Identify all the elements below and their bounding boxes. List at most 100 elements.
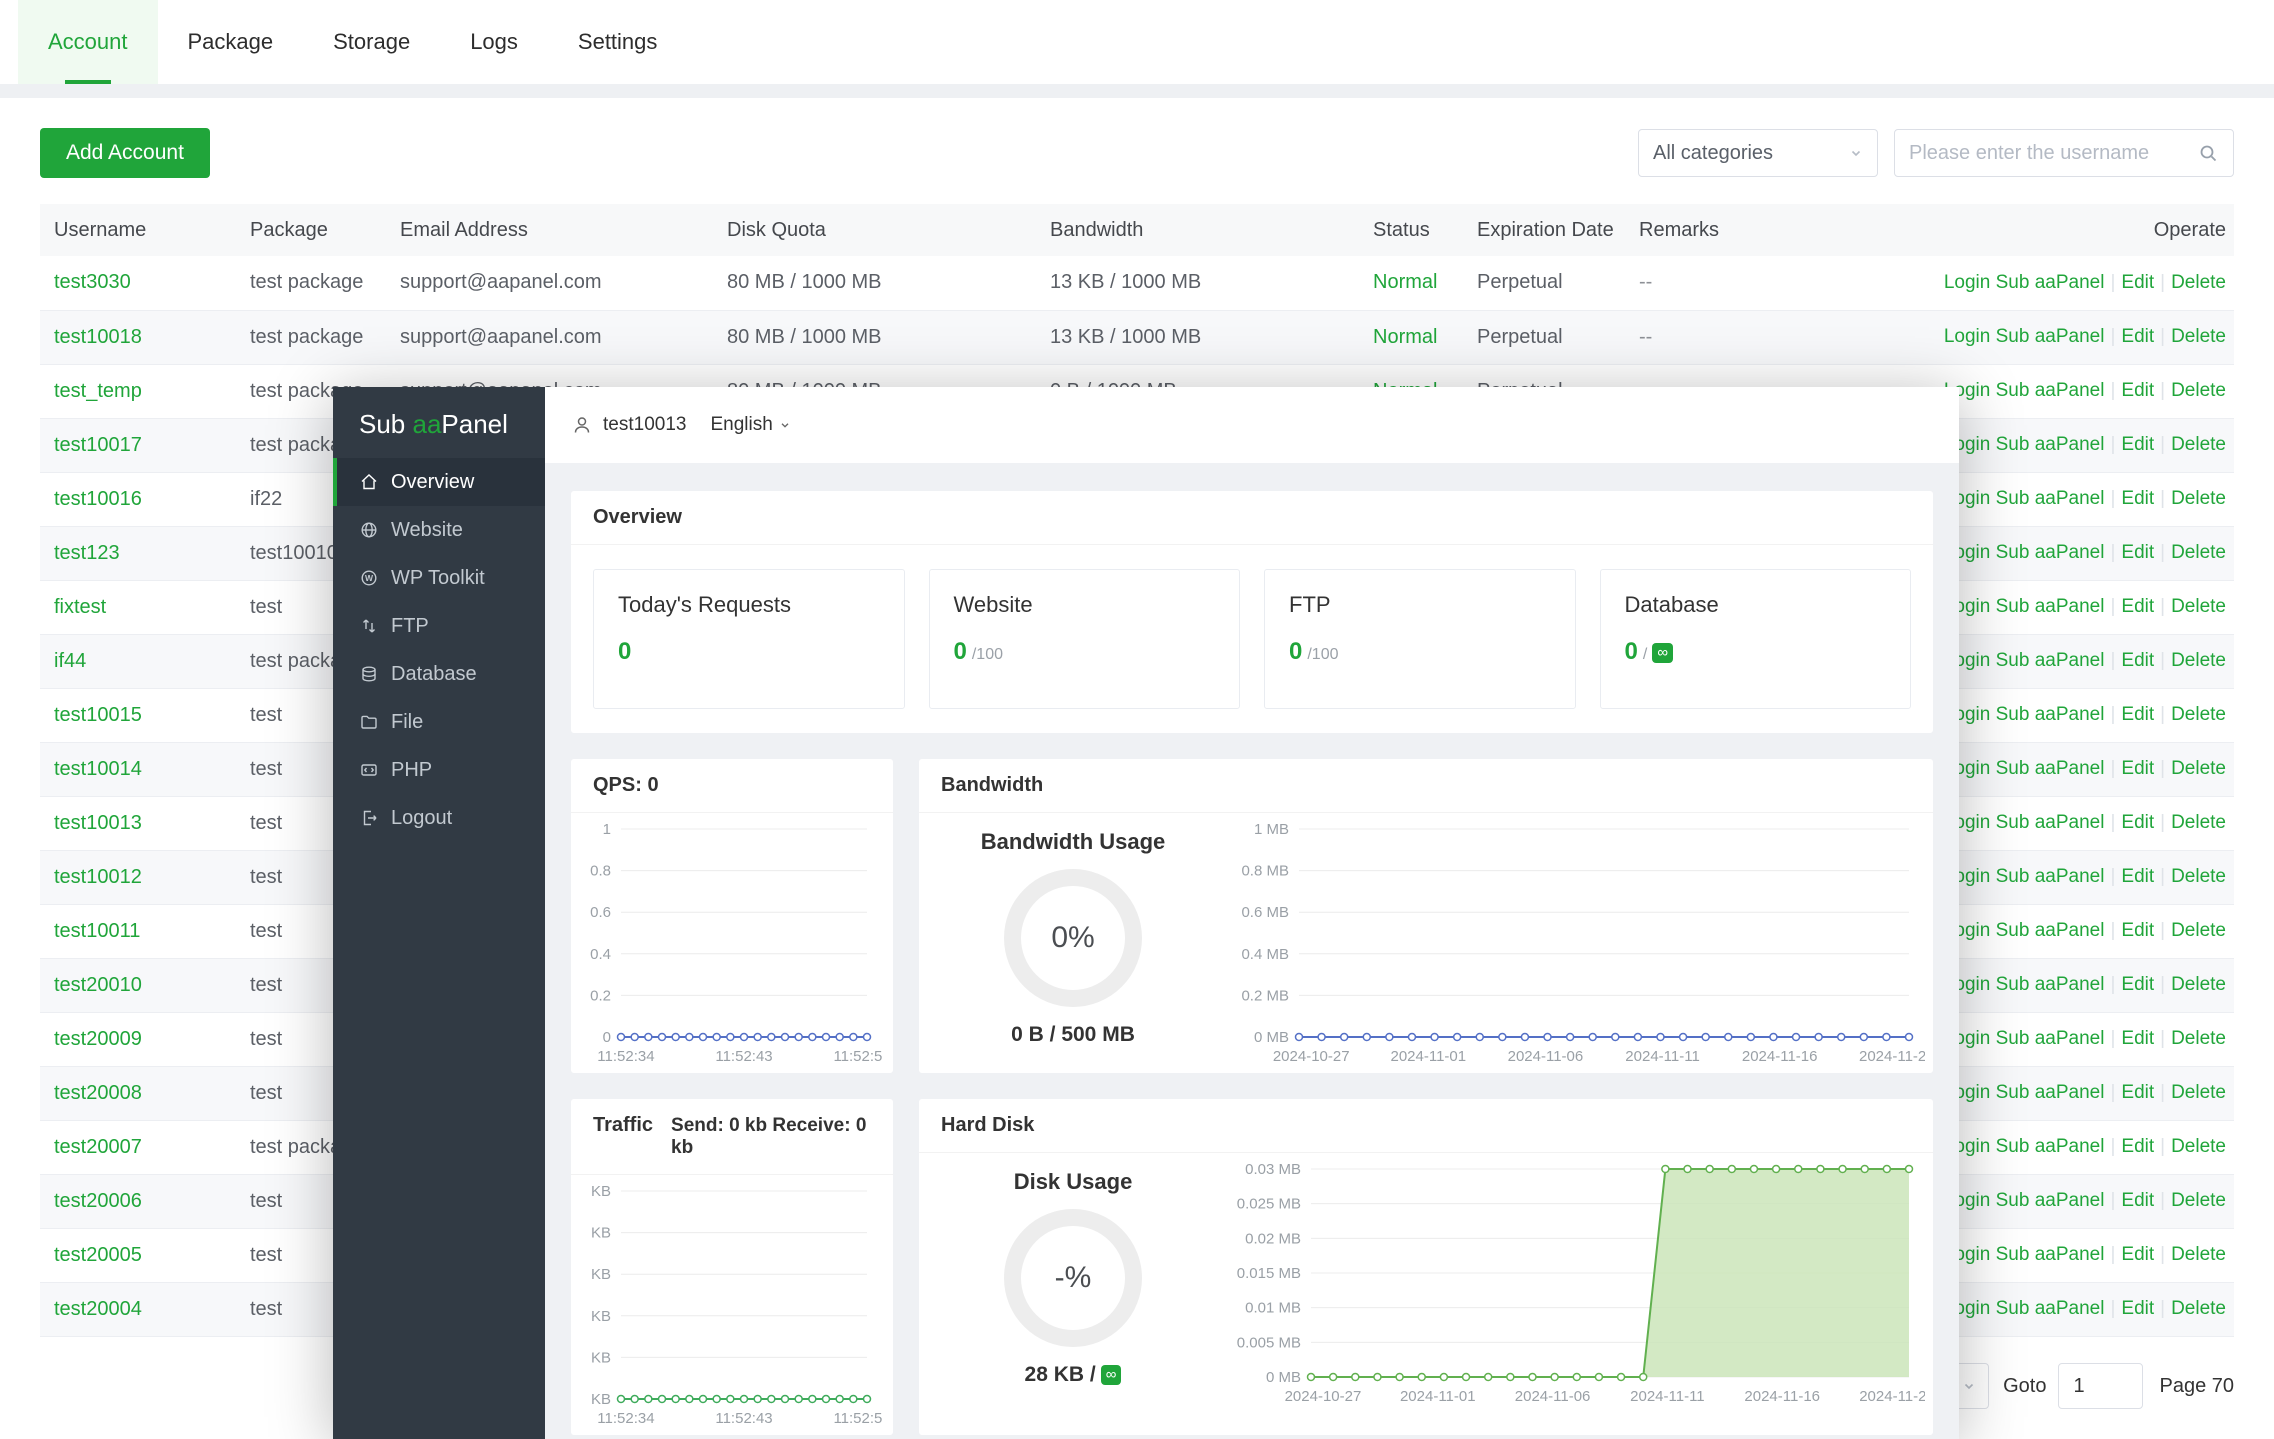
add-account-button[interactable]: Add Account	[40, 128, 210, 178]
login-sub-aapanel-link[interactable]: Login Sub aaPanel	[1944, 380, 2105, 401]
username-link[interactable]: fixtest	[54, 596, 106, 618]
username-link[interactable]: test20007	[54, 1136, 142, 1158]
goto-page-input[interactable]	[2058, 1363, 2143, 1409]
delete-link[interactable]: Delete	[2171, 596, 2226, 617]
edit-link[interactable]: Edit	[2121, 1190, 2154, 1211]
edit-link[interactable]: Edit	[2121, 704, 2154, 725]
login-sub-aapanel-link[interactable]: Login Sub aaPanel	[1944, 1082, 2105, 1103]
language-select[interactable]: English	[710, 414, 790, 436]
login-sub-aapanel-link[interactable]: Login Sub aaPanel	[1944, 434, 2105, 455]
category-select[interactable]: All categories	[1638, 129, 1878, 177]
login-sub-aapanel-link[interactable]: Login Sub aaPanel	[1944, 1298, 2105, 1319]
edit-link[interactable]: Edit	[2121, 1298, 2154, 1319]
separator: |	[2110, 866, 2115, 887]
username-link[interactable]: test_temp	[54, 380, 142, 402]
login-sub-aapanel-link[interactable]: Login Sub aaPanel	[1944, 812, 2105, 833]
edit-link[interactable]: Edit	[2121, 650, 2154, 671]
username-link[interactable]: test20005	[54, 1244, 142, 1266]
username-link[interactable]: test10016	[54, 488, 142, 510]
delete-link[interactable]: Delete	[2171, 1082, 2226, 1103]
delete-link[interactable]: Delete	[2171, 758, 2226, 779]
delete-link[interactable]: Delete	[2171, 920, 2226, 941]
edit-link[interactable]: Edit	[2121, 380, 2154, 401]
username-link[interactable]: test123	[54, 542, 120, 564]
username-link[interactable]: if44	[54, 650, 86, 672]
username-link[interactable]: test10014	[54, 758, 142, 780]
tab-package[interactable]: Package	[158, 0, 304, 84]
tab-storage[interactable]: Storage	[303, 0, 440, 84]
tab-account[interactable]: Account	[18, 0, 158, 84]
delete-link[interactable]: Delete	[2171, 974, 2226, 995]
delete-link[interactable]: Delete	[2171, 1244, 2226, 1265]
login-sub-aapanel-link[interactable]: Login Sub aaPanel	[1944, 758, 2105, 779]
edit-link[interactable]: Edit	[2121, 596, 2154, 617]
edit-link[interactable]: Edit	[2121, 1028, 2154, 1049]
search-input[interactable]	[1909, 142, 2197, 165]
username-link[interactable]: test20008	[54, 1082, 142, 1104]
edit-link[interactable]: Edit	[2121, 1082, 2154, 1103]
username-link[interactable]: test10011	[54, 920, 140, 942]
delete-link[interactable]: Delete	[2171, 704, 2226, 725]
login-sub-aapanel-link[interactable]: Login Sub aaPanel	[1944, 704, 2105, 725]
login-sub-aapanel-link[interactable]: Login Sub aaPanel	[1944, 1136, 2105, 1157]
username-link[interactable]: test20009	[54, 1028, 142, 1050]
sidebar-item-website[interactable]: Website	[333, 506, 545, 554]
sidebar-item-overview[interactable]: Overview	[333, 458, 545, 506]
delete-link[interactable]: Delete	[2171, 866, 2226, 887]
delete-link[interactable]: Delete	[2171, 650, 2226, 671]
sidebar-item-logout[interactable]: Logout	[333, 794, 545, 842]
login-sub-aapanel-link[interactable]: Login Sub aaPanel	[1944, 974, 2105, 995]
delete-link[interactable]: Delete	[2171, 812, 2226, 833]
username-link[interactable]: test3030	[54, 271, 131, 293]
login-sub-aapanel-link[interactable]: Login Sub aaPanel	[1944, 920, 2105, 941]
delete-link[interactable]: Delete	[2171, 1190, 2226, 1211]
login-sub-aapanel-link[interactable]: Login Sub aaPanel	[1944, 488, 2105, 509]
search-icon[interactable]	[2197, 142, 2219, 164]
username-link[interactable]: test10017	[54, 434, 142, 456]
username-link[interactable]: test20006	[54, 1190, 142, 1212]
edit-link[interactable]: Edit	[2121, 542, 2154, 563]
sidebar-item-php[interactable]: PHP	[333, 746, 545, 794]
tab-settings[interactable]: Settings	[548, 0, 688, 84]
login-sub-aapanel-link[interactable]: Login Sub aaPanel	[1944, 650, 2105, 671]
delete-link[interactable]: Delete	[2171, 380, 2226, 401]
login-sub-aapanel-link[interactable]: Login Sub aaPanel	[1944, 326, 2105, 347]
sidebar-item-database[interactable]: Database	[333, 650, 545, 698]
edit-link[interactable]: Edit	[2121, 1136, 2154, 1157]
edit-link[interactable]: Edit	[2121, 812, 2154, 833]
delete-link[interactable]: Delete	[2171, 1028, 2226, 1049]
delete-link[interactable]: Delete	[2171, 1136, 2226, 1157]
delete-link[interactable]: Delete	[2171, 326, 2226, 347]
edit-link[interactable]: Edit	[2121, 974, 2154, 995]
edit-link[interactable]: Edit	[2121, 272, 2154, 293]
sidebar-item-ftp[interactable]: FTP	[333, 602, 545, 650]
edit-link[interactable]: Edit	[2121, 434, 2154, 455]
login-sub-aapanel-link[interactable]: Login Sub aaPanel	[1944, 542, 2105, 563]
login-sub-aapanel-link[interactable]: Login Sub aaPanel	[1944, 1028, 2105, 1049]
login-sub-aapanel-link[interactable]: Login Sub aaPanel	[1944, 1244, 2105, 1265]
delete-link[interactable]: Delete	[2171, 272, 2226, 293]
username-link[interactable]: test20004	[54, 1298, 142, 1320]
edit-link[interactable]: Edit	[2121, 488, 2154, 509]
username-link[interactable]: test10015	[54, 704, 142, 726]
edit-link[interactable]: Edit	[2121, 866, 2154, 887]
delete-link[interactable]: Delete	[2171, 488, 2226, 509]
username-link[interactable]: test20010	[54, 974, 142, 996]
login-sub-aapanel-link[interactable]: Login Sub aaPanel	[1944, 866, 2105, 887]
username-link[interactable]: test10013	[54, 812, 142, 834]
username-link[interactable]: test10018	[54, 326, 142, 348]
edit-link[interactable]: Edit	[2121, 1244, 2154, 1265]
sidebar-item-file[interactable]: File	[333, 698, 545, 746]
login-sub-aapanel-link[interactable]: Login Sub aaPanel	[1944, 1190, 2105, 1211]
username-link[interactable]: test10012	[54, 866, 142, 888]
tab-logs[interactable]: Logs	[440, 0, 548, 84]
login-sub-aapanel-link[interactable]: Login Sub aaPanel	[1944, 272, 2105, 293]
sidebar-item-wp-toolkit[interactable]: W WP Toolkit	[333, 554, 545, 602]
delete-link[interactable]: Delete	[2171, 542, 2226, 563]
delete-link[interactable]: Delete	[2171, 434, 2226, 455]
login-sub-aapanel-link[interactable]: Login Sub aaPanel	[1944, 596, 2105, 617]
edit-link[interactable]: Edit	[2121, 326, 2154, 347]
edit-link[interactable]: Edit	[2121, 758, 2154, 779]
delete-link[interactable]: Delete	[2171, 1298, 2226, 1319]
edit-link[interactable]: Edit	[2121, 920, 2154, 941]
